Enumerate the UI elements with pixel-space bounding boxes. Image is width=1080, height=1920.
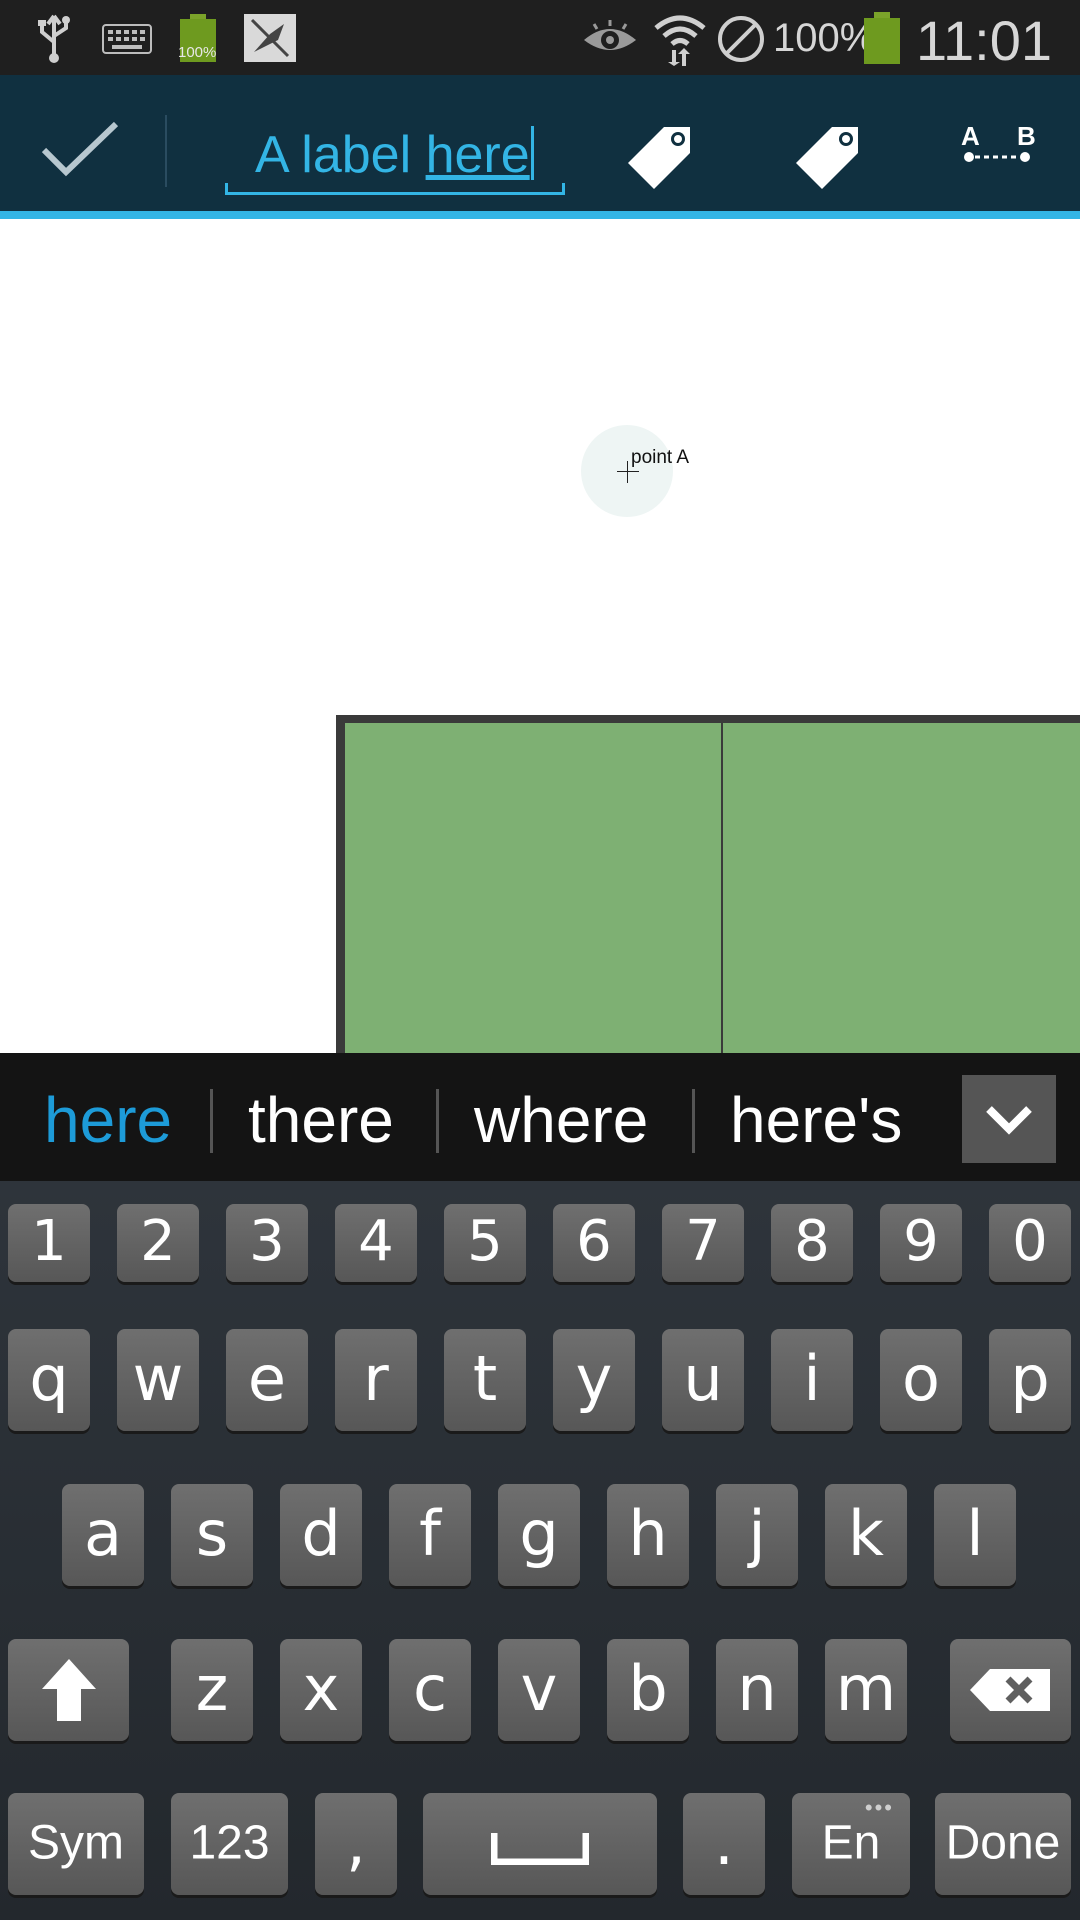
key-l[interactable]: l <box>934 1484 1016 1586</box>
expand-suggestions-button[interactable] <box>962 1075 1056 1163</box>
status-bar: 100% 100% 11:01 <box>0 0 1080 75</box>
tag-icon[interactable] <box>788 115 868 195</box>
battery-small-label: 100% <box>178 44 217 61</box>
key-9[interactable]: 9 <box>880 1204 962 1282</box>
green-shape[interactable] <box>336 715 1080 1053</box>
key-8[interactable]: 8 <box>771 1204 853 1282</box>
label-input-text[interactable]: A label here <box>255 125 534 185</box>
key-3[interactable]: 3 <box>226 1204 308 1282</box>
key-5[interactable]: 5 <box>444 1204 526 1282</box>
key-x[interactable]: x <box>280 1639 362 1741</box>
no-bird-icon <box>244 14 296 62</box>
suggestion-separator <box>692 1089 695 1153</box>
segment-label-b: B <box>1017 121 1036 151</box>
sym-key[interactable]: Sym <box>8 1793 144 1895</box>
suggestion-2[interactable]: there <box>248 1083 394 1157</box>
key-g[interactable]: g <box>498 1484 580 1586</box>
suggestion-1[interactable]: here <box>44 1083 172 1157</box>
suggestion-separator <box>210 1089 213 1153</box>
backspace-key[interactable] <box>950 1639 1071 1741</box>
key-4[interactable]: 4 <box>335 1204 417 1282</box>
key-p[interactable]: p <box>989 1329 1071 1431</box>
key-t[interactable]: t <box>444 1329 526 1431</box>
key-r[interactable]: r <box>335 1329 417 1431</box>
drawing-canvas[interactable]: point A <box>0 219 1080 1053</box>
key-c[interactable]: c <box>389 1639 471 1741</box>
key-z[interactable]: z <box>171 1639 253 1741</box>
numbers-key[interactable]: 123 <box>171 1793 288 1895</box>
keyboard-icon <box>102 24 152 54</box>
segment-label-a: A <box>961 121 980 151</box>
battery-small-icon: 100% <box>178 14 217 62</box>
suggestion-3[interactable]: where <box>474 1083 648 1157</box>
wifi-icon <box>654 15 706 66</box>
space-key[interactable] <box>423 1793 657 1895</box>
green-shape-right[interactable] <box>723 723 1080 1053</box>
point-label: point A <box>631 447 690 468</box>
tag-icon[interactable] <box>620 115 700 195</box>
suggestion-bar: here there where here's <box>0 1053 1080 1181</box>
key-o[interactable]: o <box>880 1329 962 1431</box>
usb-icon <box>38 14 70 63</box>
key-area: 1 2 3 4 5 6 7 8 9 0 q w e r t y u i o p … <box>0 1181 1080 1920</box>
period-key[interactable]: . <box>683 1793 765 1895</box>
key-e[interactable]: e <box>226 1329 308 1431</box>
chevron-down-icon <box>986 1106 1032 1135</box>
suggestion-separator <box>436 1089 439 1153</box>
segment-icon[interactable]: A B <box>955 115 1055 195</box>
key-u[interactable]: u <box>662 1329 744 1431</box>
key-2[interactable]: 2 <box>117 1204 199 1282</box>
blocked-icon <box>718 16 764 62</box>
key-y[interactable]: y <box>553 1329 635 1431</box>
key-n[interactable]: n <box>716 1639 798 1741</box>
label-input[interactable]: A label here <box>225 115 565 195</box>
battery-percent: 100% <box>773 16 876 60</box>
action-bar-divider <box>165 115 167 187</box>
shift-key[interactable] <box>8 1639 129 1741</box>
key-a[interactable]: a <box>62 1484 144 1586</box>
soft-keyboard: here there where here's 1 2 3 4 5 6 7 8 … <box>0 1053 1080 1920</box>
language-key[interactable]: ••• En <box>792 1793 910 1895</box>
key-m[interactable]: m <box>825 1639 907 1741</box>
key-b[interactable]: b <box>607 1639 689 1741</box>
battery-icon <box>864 12 900 64</box>
backspace-icon <box>970 1669 1050 1711</box>
text-caret <box>530 126 534 180</box>
done-key[interactable]: Done <box>935 1793 1071 1895</box>
action-bar-accent-line <box>0 211 1080 219</box>
key-0[interactable]: 0 <box>989 1204 1071 1282</box>
action-bar: A label here A B <box>0 75 1080 211</box>
label-input-current-word: here <box>425 126 530 184</box>
key-j[interactable]: j <box>716 1484 798 1586</box>
key-7[interactable]: 7 <box>662 1204 744 1282</box>
eye-icon <box>584 20 636 50</box>
key-h[interactable]: h <box>607 1484 689 1586</box>
green-shape-left[interactable] <box>345 723 721 1053</box>
done-check-icon[interactable] <box>40 120 120 180</box>
key-1[interactable]: 1 <box>8 1204 90 1282</box>
key-i[interactable]: i <box>771 1329 853 1431</box>
key-s[interactable]: s <box>171 1484 253 1586</box>
label-input-underline <box>225 183 565 195</box>
key-d[interactable]: d <box>280 1484 362 1586</box>
key-k[interactable]: k <box>825 1484 907 1586</box>
space-icon <box>491 1833 589 1865</box>
suggestion-4[interactable]: here's <box>730 1083 902 1157</box>
key-w[interactable]: w <box>117 1329 199 1431</box>
key-q[interactable]: q <box>8 1329 90 1431</box>
label-input-prefix: A label <box>255 126 426 184</box>
shift-arrow-icon <box>42 1659 96 1721</box>
key-6[interactable]: 6 <box>553 1204 635 1282</box>
key-f[interactable]: f <box>389 1484 471 1586</box>
comma-key[interactable]: , <box>315 1793 397 1895</box>
clock: 11:01 <box>916 9 1052 72</box>
key-v[interactable]: v <box>498 1639 580 1741</box>
